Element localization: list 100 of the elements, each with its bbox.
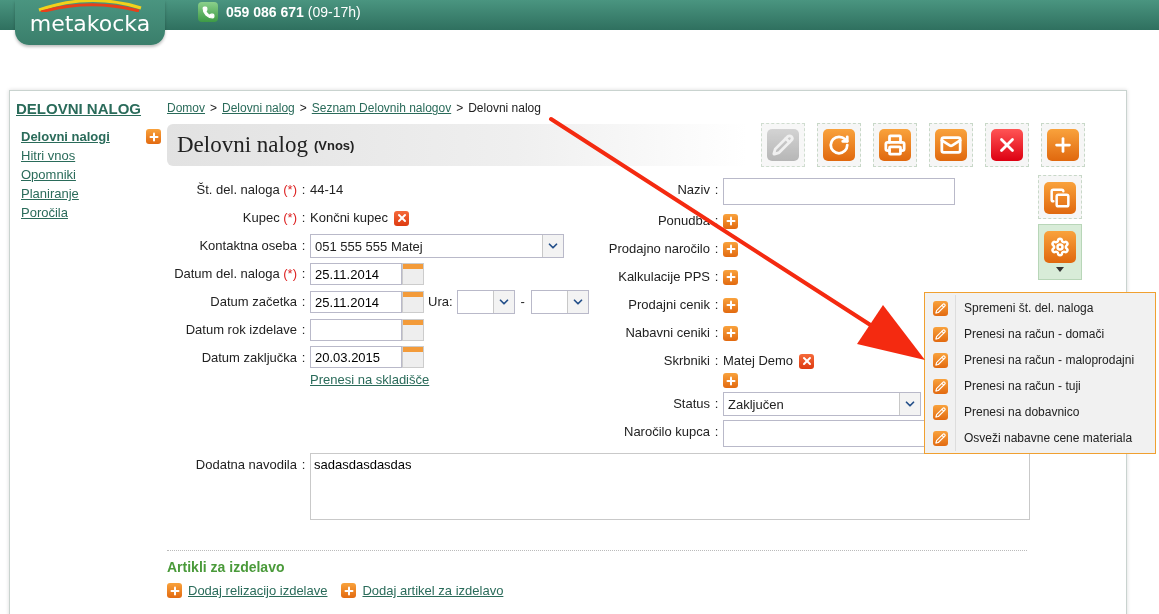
transfer-link[interactable]: Prenesi na skladišče — [310, 372, 430, 387]
breadcrumb-link[interactable]: Domov — [167, 101, 205, 119]
logo-text: metakocka — [29, 12, 151, 36]
caret-icon — [1056, 267, 1064, 272]
notes-field[interactable]: sadasdasdasdas — [310, 453, 1030, 520]
remove-icon[interactable] — [394, 210, 410, 226]
logo-tab[interactable]: metakocka — [15, 0, 165, 45]
plus-icon[interactable] — [723, 241, 738, 257]
menu-item[interactable]: Prenesi na račun - domači — [925, 321, 1155, 347]
menu-item[interactable]: Prenesi na račun - tuji — [925, 373, 1155, 399]
colon: : — [713, 212, 720, 230]
colon: : — [713, 324, 720, 342]
colon: : — [713, 181, 720, 199]
menu-item[interactable]: Prenesi na račun - maloprodajni — [925, 347, 1155, 373]
copy-icon — [1050, 188, 1070, 208]
sidebar-title: DELOVNI NALOG — [16, 100, 142, 117]
section-title: Artikli za izdelavo — [167, 559, 286, 575]
print-button[interactable] — [873, 123, 917, 167]
breadcrumb-link[interactable]: Delovni nalog — [222, 101, 295, 119]
page-subtitle: (Vnos) — [313, 137, 355, 153]
add-link[interactable]: Dodaj relizacijo izdelave — [188, 583, 328, 598]
plus-icon[interactable] — [341, 583, 357, 598]
delete-button[interactable] — [985, 123, 1029, 167]
pencil-icon — [932, 352, 948, 368]
field-label: Datum zaključka — [200, 349, 297, 367]
breadcrumb-separator: > — [299, 101, 307, 117]
field-label: Kontaktna oseba — [198, 237, 297, 255]
colon: : — [300, 237, 307, 255]
text-field[interactable] — [723, 178, 955, 205]
colon: : — [713, 268, 720, 286]
refresh-button[interactable] — [817, 123, 861, 167]
plus-icon[interactable] — [167, 583, 182, 598]
pencil-icon — [932, 300, 948, 316]
colon: : — [300, 293, 307, 311]
time-separator: - — [520, 293, 525, 311]
pencil-icon — [932, 378, 948, 394]
refresh-icon — [828, 134, 850, 156]
date-field[interactable]: 25.11.2014 — [310, 291, 402, 313]
date-field[interactable] — [310, 319, 402, 341]
page-title: Delovni nalog — [177, 132, 308, 158]
menu-item[interactable]: Spremeni št. del. naloga — [925, 295, 1155, 321]
colon: : — [300, 321, 307, 339]
field-label: Status — [672, 395, 710, 413]
field-label: Skrbniki — [662, 352, 710, 370]
field-value: Končni kupec — [310, 209, 389, 227]
plus-icon[interactable] — [146, 129, 161, 144]
field-label: Št. del. naloga (*) — [195, 181, 297, 199]
add-button[interactable] — [1041, 123, 1085, 167]
sidebar-link[interactable]: Hitri vnos — [21, 148, 76, 163]
colon: : — [713, 423, 720, 441]
date-field[interactable]: 25.11.2014 — [310, 263, 402, 285]
colon: : — [300, 456, 307, 474]
field-label: Naziv — [676, 181, 710, 199]
phone-icon — [198, 2, 218, 22]
pencil-icon — [932, 430, 948, 446]
field-label: Prodajni cenik — [627, 296, 710, 314]
settings-button[interactable] — [1038, 224, 1082, 280]
field-label: Nabavni ceniki — [624, 324, 710, 342]
plus-icon[interactable] — [723, 373, 738, 388]
add-link[interactable]: Dodaj artikel za izdelavo — [362, 583, 504, 598]
menu-item[interactable]: Prenesi na dobavnico — [925, 399, 1155, 425]
mail-button[interactable] — [929, 123, 973, 167]
calendar-icon[interactable] — [402, 346, 424, 368]
breadcrumb-current: Delovni nalog — [468, 101, 541, 117]
phone-number: 059 086 671 (09-17h) — [226, 4, 361, 20]
gear-icon — [1050, 237, 1070, 257]
sidebar-link[interactable]: Opomniki — [21, 167, 76, 182]
breadcrumb-link[interactable]: Seznam Delovnih nalogov — [311, 101, 452, 119]
colon: : — [300, 349, 307, 367]
calendar-icon[interactable] — [402, 291, 424, 313]
calendar-icon[interactable] — [402, 263, 424, 285]
sidebar-link[interactable]: Delovni nalogi — [21, 129, 110, 144]
plus-icon[interactable] — [723, 297, 738, 313]
sidebar-link[interactable]: Poročila — [21, 205, 68, 220]
print-icon — [884, 134, 906, 156]
select-field[interactable] — [456, 290, 515, 314]
colon: : — [300, 209, 307, 227]
field-label: Datum začetka — [209, 293, 297, 311]
select-field[interactable] — [530, 290, 589, 314]
remove-icon[interactable] — [799, 353, 815, 369]
select-field[interactable]: Zaključen — [723, 392, 921, 416]
breadcrumb-separator: > — [210, 101, 218, 117]
sidebar-link[interactable]: Planiranje — [21, 186, 79, 201]
copy-button[interactable] — [1038, 175, 1082, 219]
colon: : — [713, 240, 720, 258]
calendar-icon[interactable] — [402, 319, 424, 341]
pencil-icon — [932, 326, 948, 342]
field-label: Kupec (*) — [241, 209, 297, 227]
plus-icon[interactable] — [723, 213, 738, 229]
edit-icon — [772, 134, 794, 156]
select-field[interactable]: 051 555 555 Matej — [310, 234, 564, 258]
date-field[interactable]: 20.03.2015 — [310, 346, 402, 368]
time-label: Ura: — [428, 293, 453, 311]
plus-icon[interactable] — [723, 325, 738, 341]
colon: : — [713, 395, 720, 413]
plus-icon[interactable] — [723, 269, 738, 285]
menu-item[interactable]: Osveži nabavne cene materiala — [925, 425, 1155, 451]
mail-icon — [940, 134, 962, 156]
pencil-icon — [932, 404, 948, 420]
field-label: Naročilo kupca — [623, 423, 710, 441]
